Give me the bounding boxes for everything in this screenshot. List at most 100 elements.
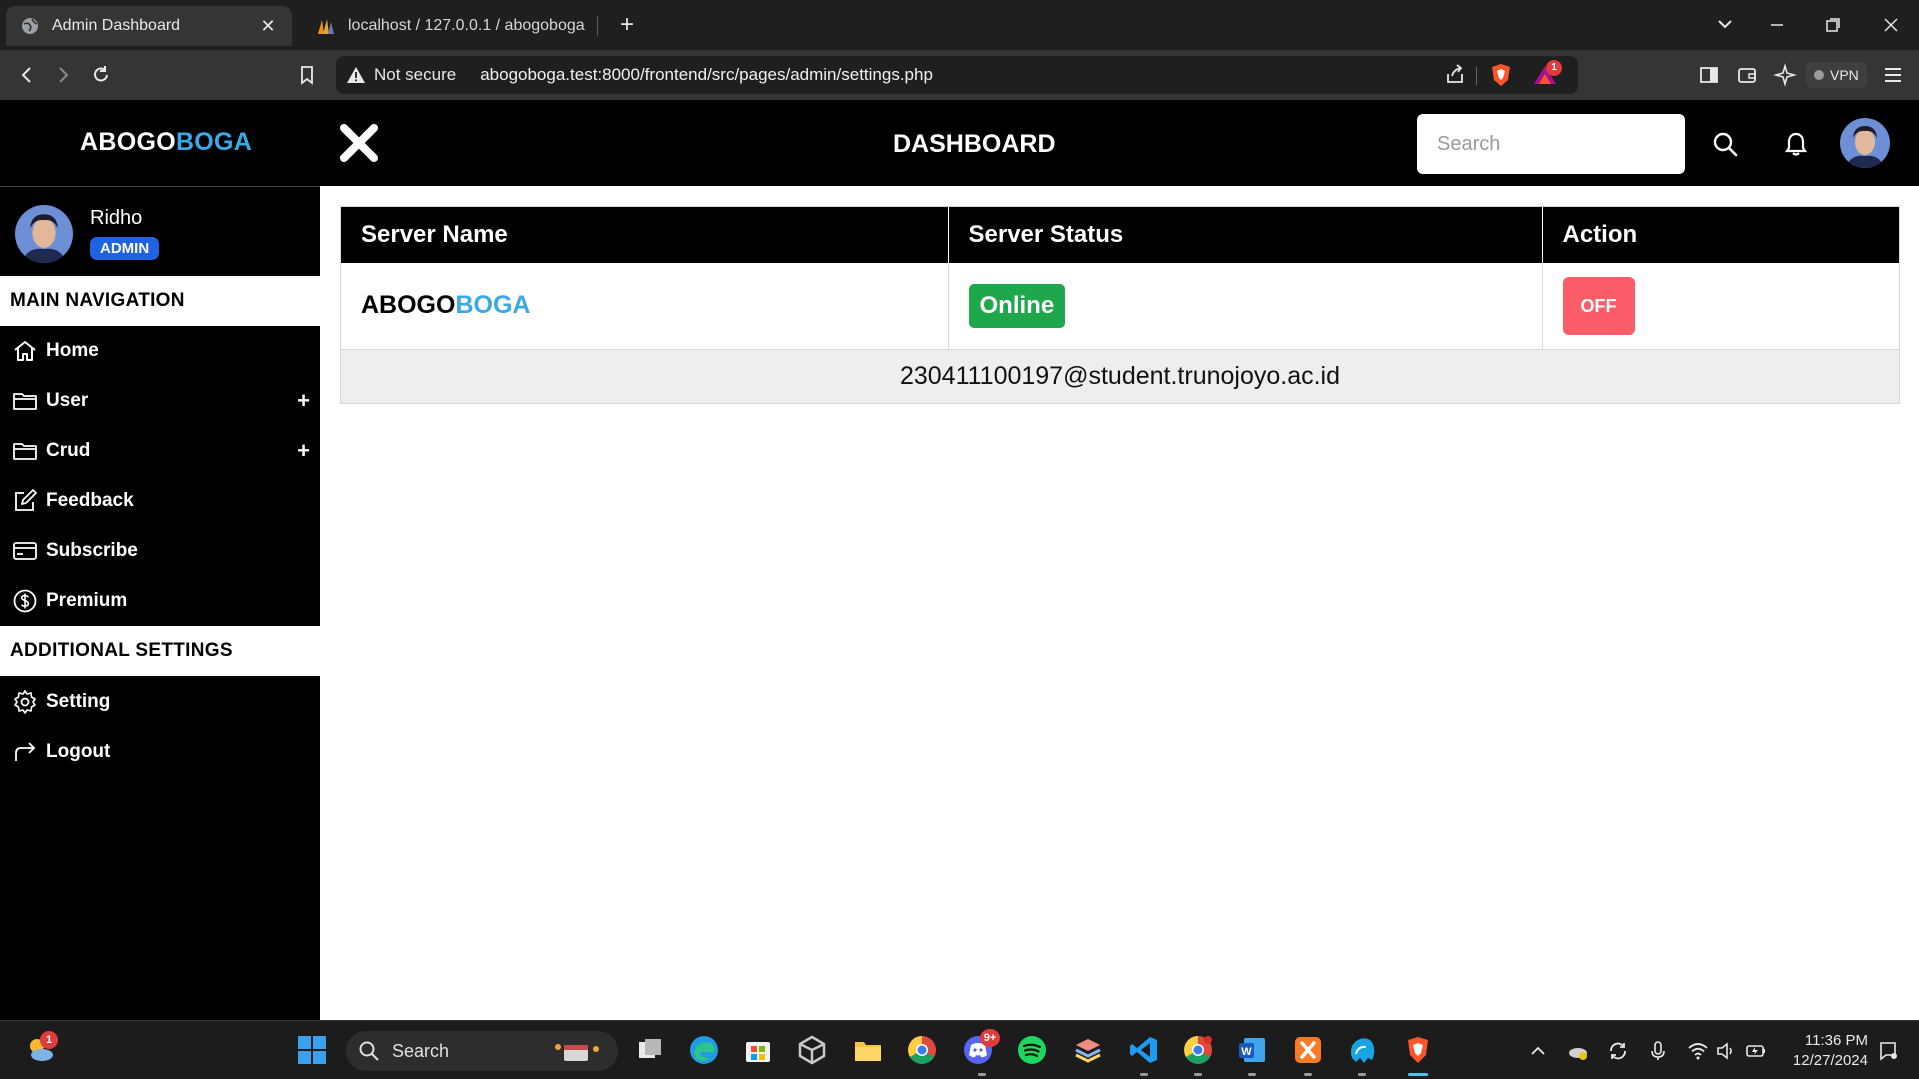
security-label[interactable]: Not secure	[374, 65, 456, 85]
share-icon[interactable]	[1440, 60, 1470, 90]
url-text[interactable]: abogoboga.test:8000/frontend/src/pages/a…	[480, 65, 933, 85]
sidebar-item-label: Subscribe	[46, 540, 138, 561]
spotify-icon[interactable]	[1016, 1034, 1048, 1066]
expand-icon[interactable]: +	[297, 388, 310, 414]
brave-shields-icon[interactable]	[1486, 60, 1516, 90]
windows-start-icon[interactable]	[296, 1034, 328, 1066]
avatar	[15, 205, 73, 263]
phpmyadmin-icon	[318, 19, 334, 34]
close-tab-icon[interactable]: ✕	[258, 16, 278, 37]
sidebar-item-setting[interactable]: Setting	[0, 677, 320, 727]
search-highlight-icon	[555, 1044, 599, 1061]
volume-icon[interactable]	[1714, 1039, 1738, 1063]
wallet-icon[interactable]	[1732, 60, 1762, 90]
sidebar-item-logout[interactable]: Logout	[0, 727, 320, 777]
edit-icon	[15, 489, 37, 511]
unity-icon[interactable]	[796, 1034, 828, 1066]
microphone-icon[interactable]	[1646, 1039, 1670, 1063]
logout-icon	[15, 742, 36, 761]
system-clock[interactable]: 11:36 PM 12/27/2024	[1780, 1031, 1868, 1071]
reload-icon[interactable]	[86, 60, 116, 90]
column-header-server-status: Server Status	[948, 207, 1543, 263]
close-window-icon[interactable]	[1874, 10, 1908, 40]
sidebar-item-label: Home	[46, 340, 99, 361]
tab-divider	[597, 16, 598, 36]
tab-search-chevron-icon[interactable]	[1708, 10, 1742, 40]
running-indicator	[1304, 1073, 1312, 1076]
tab-label: Admin Dashboard	[52, 17, 181, 34]
user-name: Ridho	[90, 207, 143, 229]
sidebar: Ridho ADMIN MAIN NAVIGATION Home User + …	[0, 186, 320, 1020]
running-indicator	[1358, 1073, 1366, 1076]
section-additional-settings: ADDITIONAL SETTINGS	[0, 626, 320, 676]
vscode-icon[interactable]	[1128, 1034, 1160, 1066]
server-table: Server Name Server Status Action ABOGOBO…	[340, 206, 1900, 404]
off-button[interactable]: OFF	[1562, 276, 1635, 335]
file-explorer-icon[interactable]	[852, 1034, 884, 1066]
server-name-main: ABOGO	[361, 291, 456, 320]
chevron-up-icon[interactable]	[1526, 1039, 1550, 1063]
warning-icon	[347, 67, 365, 83]
sidebar-item-user[interactable]: User +	[0, 376, 320, 426]
battery-icon[interactable]	[1744, 1039, 1768, 1063]
sidebar-item-premium[interactable]: Premium	[0, 576, 320, 626]
running-indicator	[978, 1073, 986, 1076]
globe-icon	[22, 18, 38, 34]
leo-ai-icon[interactable]	[1770, 60, 1800, 90]
minimize-icon[interactable]	[1760, 10, 1794, 40]
word-icon[interactable]: W	[1236, 1034, 1268, 1066]
sidebar-toggle-icon[interactable]	[1694, 60, 1724, 90]
tab-phpmyadmin[interactable]: localhost / 127.0.0.1 / abogoboga /	[306, 6, 596, 46]
home-icon	[14, 341, 36, 361]
taskbar-search[interactable]: Search	[346, 1031, 618, 1071]
chrome-dev-icon[interactable]	[1182, 1034, 1214, 1066]
discord-badge: 9+	[980, 1029, 1000, 1047]
user-profile: Ridho ADMIN	[0, 186, 320, 276]
wifi-icon[interactable]	[1686, 1039, 1710, 1063]
tab-admin-dashboard[interactable]: Admin Dashboard ✕	[6, 6, 292, 46]
server-name-cell: ABOGOBOGA	[341, 263, 949, 349]
bookmark-icon[interactable]	[292, 60, 322, 90]
avatar[interactable]	[1840, 118, 1890, 168]
expand-icon[interactable]: +	[297, 438, 310, 464]
status-badge: Online	[968, 283, 1066, 328]
brand-logo[interactable]: ABOGOBOGA	[80, 128, 252, 157]
bell-icon[interactable]	[1782, 130, 1810, 158]
user-photo-icon	[1840, 118, 1890, 168]
menu-icon[interactable]	[1878, 60, 1908, 90]
edge-icon[interactable]	[688, 1034, 720, 1066]
role-badge: ADMIN	[90, 237, 160, 260]
edge-dev-icon[interactable]	[1346, 1034, 1378, 1066]
gear-icon	[14, 690, 36, 714]
store-icon[interactable]	[742, 1034, 774, 1066]
back-icon[interactable]	[12, 60, 42, 90]
xampp-icon[interactable]	[1292, 1034, 1324, 1066]
footer-email: 230411100197@student.trunojoyo.ac.id	[341, 348, 1899, 403]
sidebar-item-crud[interactable]: Crud +	[0, 426, 320, 476]
search-input[interactable]	[1417, 114, 1685, 174]
sidebar-item-label: Setting	[46, 691, 111, 712]
sidebar-item-feedback[interactable]: Feedback	[0, 476, 320, 526]
address-bar[interactable]: Not secure abogoboga.test:8000/frontend/…	[336, 56, 1578, 94]
restore-icon[interactable]	[1816, 10, 1850, 40]
search-icon[interactable]	[1711, 130, 1739, 158]
folder-icon	[13, 393, 37, 410]
vpn-button[interactable]: VPN	[1806, 62, 1867, 88]
svg-text:W: W	[1241, 1046, 1252, 1058]
new-tab-button[interactable]: +	[612, 10, 642, 40]
onedrive-icon[interactable]	[1566, 1039, 1590, 1063]
sidebar-item-home[interactable]: Home	[0, 326, 320, 376]
chrome-icon[interactable]	[906, 1034, 938, 1066]
forward-icon[interactable]	[48, 60, 78, 90]
clock-date: 12/27/2024	[1792, 1052, 1868, 1069]
sync-icon[interactable]	[1606, 1039, 1630, 1063]
sidebar-item-subscribe[interactable]: Subscribe	[0, 526, 320, 576]
stacks-icon[interactable]	[1072, 1034, 1104, 1066]
active-indicator	[1408, 1073, 1428, 1076]
server-name: ABOGOBOGA	[361, 291, 530, 319]
task-view-icon[interactable]	[634, 1034, 666, 1066]
brave-icon[interactable]	[1402, 1034, 1434, 1066]
notification-icon[interactable]	[1876, 1039, 1900, 1063]
close-sidebar-icon[interactable]	[338, 122, 380, 164]
running-indicator	[1194, 1073, 1202, 1076]
